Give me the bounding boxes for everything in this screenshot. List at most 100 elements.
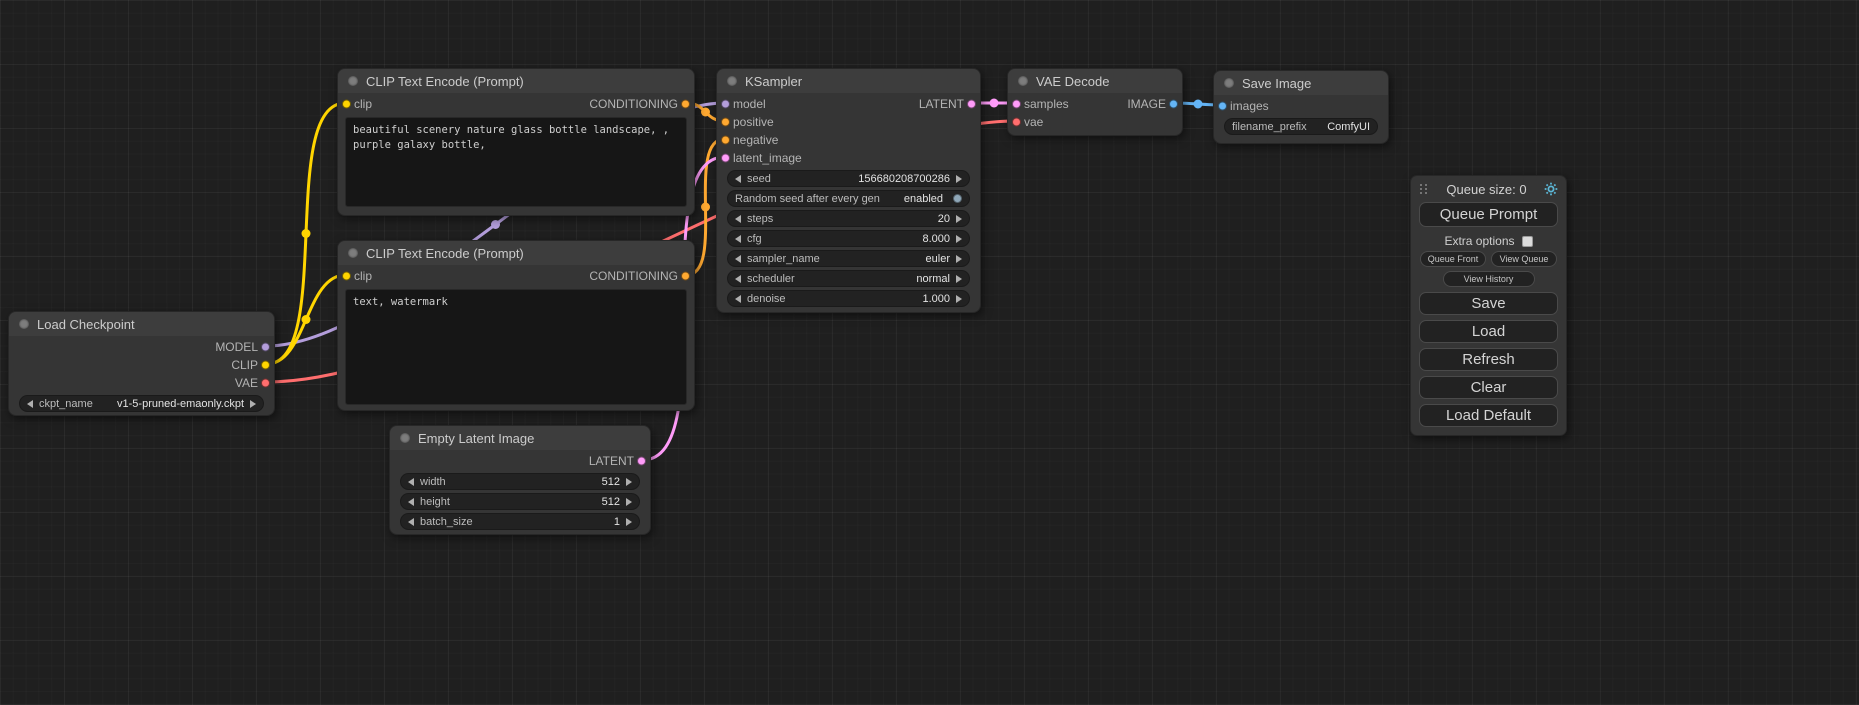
input-slot-vae[interactable] (1012, 118, 1021, 127)
widget-batch-size[interactable]: batch_size 1 (400, 513, 640, 530)
node-status-dot-icon (1018, 76, 1028, 86)
settings-gear-icon[interactable] (1544, 182, 1558, 196)
clear-button[interactable]: Clear (1419, 376, 1558, 399)
queue-size-label: Queue size: 0 (1429, 182, 1544, 197)
link-dot-conditioning-positive (701, 108, 710, 117)
input-label-negative: negative (733, 133, 778, 147)
output-slot-conditioning[interactable] (681, 100, 690, 109)
increment-arrow-icon[interactable] (956, 275, 962, 283)
widget-scheduler[interactable]: scheduler normal (727, 270, 970, 287)
node-status-dot-icon (19, 319, 29, 329)
increment-arrow-icon[interactable] (626, 478, 632, 486)
widget-random-seed-toggle[interactable]: Random seed after every gen enabled (727, 190, 970, 207)
node-ksampler[interactable]: KSampler model LATENT positive negative … (716, 68, 981, 313)
widget-value: 1 (614, 516, 620, 528)
widget-label: width (420, 476, 446, 488)
node-load-checkpoint[interactable]: Load Checkpoint MODEL CLIP VAE ckpt_name… (8, 311, 275, 416)
extra-options-checkbox[interactable] (1522, 236, 1533, 247)
output-slot-image[interactable] (1169, 100, 1178, 109)
input-slot-latent-image[interactable] (721, 154, 730, 163)
load-default-button[interactable]: Load Default (1419, 404, 1558, 427)
output-slot-vae[interactable] (261, 379, 270, 388)
widget-value: 156680208700286 (858, 173, 950, 185)
decrement-arrow-icon[interactable] (735, 215, 741, 223)
save-button[interactable]: Save (1419, 292, 1558, 315)
widget-filename-prefix[interactable]: filename_prefix ComfyUI (1224, 118, 1378, 135)
toggle-on-icon[interactable] (953, 194, 962, 203)
node-title-bar[interactable]: Save Image (1214, 71, 1388, 95)
node-empty-latent-image[interactable]: Empty Latent Image LATENT width 512 heig… (389, 425, 651, 535)
widget-label: filename_prefix (1232, 121, 1307, 133)
widget-cfg[interactable]: cfg 8.000 (727, 230, 970, 247)
node-save-image[interactable]: Save Image images filename_prefix ComfyU… (1213, 70, 1389, 144)
widget-label: Random seed after every gen (735, 193, 880, 205)
input-slot-model[interactable] (721, 100, 730, 109)
increment-arrow-icon[interactable] (626, 518, 632, 526)
decrement-arrow-icon[interactable] (735, 235, 741, 243)
decrement-arrow-icon[interactable] (408, 518, 414, 526)
widget-value: 1.000 (922, 293, 950, 305)
widget-width[interactable]: width 512 (400, 473, 640, 490)
node-title-bar[interactable]: CLIP Text Encode (Prompt) (338, 69, 694, 93)
widget-sampler-name[interactable]: sampler_name euler (727, 250, 970, 267)
input-slot-clip[interactable] (342, 100, 351, 109)
widget-value: 512 (602, 476, 620, 488)
widget-label: sampler_name (747, 253, 820, 265)
input-label-clip: clip (354, 269, 372, 283)
increment-arrow-icon[interactable] (626, 498, 632, 506)
widget-seed[interactable]: seed 156680208700286 (727, 170, 970, 187)
output-slot-model[interactable] (261, 343, 270, 352)
output-slot-conditioning[interactable] (681, 272, 690, 281)
node-title-bar[interactable]: VAE Decode (1008, 69, 1182, 93)
decrement-arrow-icon[interactable] (408, 498, 414, 506)
widget-label: denoise (747, 293, 786, 305)
view-history-button[interactable]: View History (1443, 271, 1535, 287)
decrement-arrow-icon[interactable] (27, 400, 33, 408)
decrement-arrow-icon[interactable] (735, 175, 741, 183)
node-clip-text-encode-negative[interactable]: CLIP Text Encode (Prompt) clip CONDITION… (337, 240, 695, 411)
increment-arrow-icon[interactable] (956, 215, 962, 223)
decrement-arrow-icon[interactable] (735, 295, 741, 303)
output-label-latent: LATENT (589, 454, 634, 468)
input-slot-clip[interactable] (342, 272, 351, 281)
node-title-bar[interactable]: CLIP Text Encode (Prompt) (338, 241, 694, 265)
decrement-arrow-icon[interactable] (408, 478, 414, 486)
node-status-dot-icon (1224, 78, 1234, 88)
load-button[interactable]: Load (1419, 320, 1558, 343)
input-slot-samples[interactable] (1012, 100, 1021, 109)
queue-front-button[interactable]: Queue Front (1420, 251, 1486, 267)
output-slot-latent[interactable] (967, 100, 976, 109)
refresh-button[interactable]: Refresh (1419, 348, 1558, 371)
node-title-bar[interactable]: KSampler (717, 69, 980, 93)
output-label-model: MODEL (215, 340, 258, 354)
widget-denoise[interactable]: denoise 1.000 (727, 290, 970, 307)
output-slot-latent[interactable] (637, 457, 646, 466)
decrement-arrow-icon[interactable] (735, 255, 741, 263)
prompt-textarea[interactable]: text, watermark (345, 289, 687, 405)
drag-handle-icon[interactable] (1419, 183, 1429, 195)
output-slot-clip[interactable] (261, 361, 270, 370)
node-title-bar[interactable]: Empty Latent Image (390, 426, 650, 450)
widget-ckpt-name[interactable]: ckpt_name v1-5-pruned-emaonly.ckpt (19, 395, 264, 412)
prompt-textarea[interactable]: beautiful scenery nature glass bottle la… (345, 117, 687, 207)
node-title-bar[interactable]: Load Checkpoint (9, 312, 274, 336)
increment-arrow-icon[interactable] (956, 295, 962, 303)
node-clip-text-encode-positive[interactable]: CLIP Text Encode (Prompt) clip CONDITION… (337, 68, 695, 216)
increment-arrow-icon[interactable] (956, 255, 962, 263)
input-slot-images[interactable] (1218, 102, 1227, 111)
decrement-arrow-icon[interactable] (735, 275, 741, 283)
link-dot-clip-positive (302, 229, 311, 238)
node-vae-decode[interactable]: VAE Decode samples IMAGE vae (1007, 68, 1183, 136)
increment-arrow-icon[interactable] (956, 235, 962, 243)
increment-arrow-icon[interactable] (956, 175, 962, 183)
view-queue-button[interactable]: View Queue (1491, 251, 1557, 267)
increment-arrow-icon[interactable] (250, 400, 256, 408)
input-slot-negative[interactable] (721, 136, 730, 145)
output-label-clip: CLIP (231, 358, 258, 372)
queue-prompt-button[interactable]: Queue Prompt (1419, 202, 1558, 227)
widget-steps[interactable]: steps 20 (727, 210, 970, 227)
input-slot-positive[interactable] (721, 118, 730, 127)
widget-height[interactable]: height 512 (400, 493, 640, 510)
input-label-latent-image: latent_image (733, 151, 802, 165)
widget-value: ComfyUI (1327, 121, 1370, 133)
